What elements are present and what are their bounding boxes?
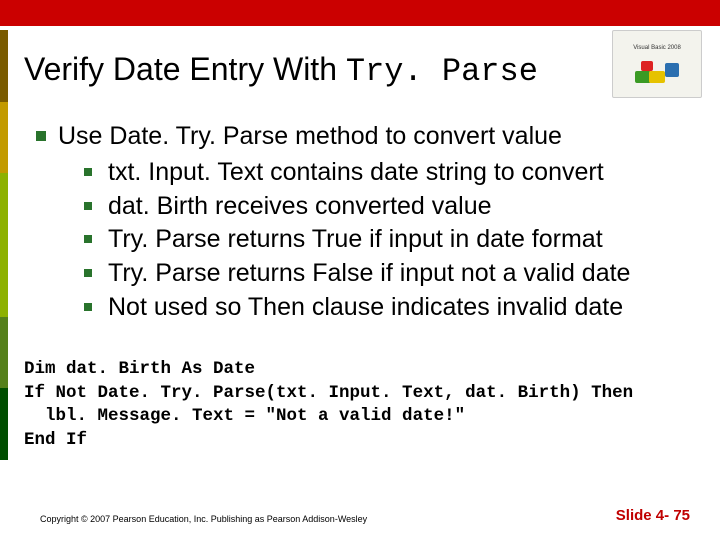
slide: Visual Basic 2008 Verify Date Entry With… [0,0,720,540]
code-line: If Not Date. Try. Parse(txt. Input. Text… [24,383,633,403]
bullet-main: Use Date. Try. Parse method to convert v… [30,120,690,325]
bullet-list: Use Date. Try. Parse method to convert v… [30,120,690,325]
sub-bullet-text: Not used so Then clause indicates invali… [108,293,623,321]
sub-bullet: dat. Birth receives converted value [58,190,690,224]
sub-bullet-text: txt. Input. Text contains date string to… [108,158,604,186]
sub-bullet: txt. Input. Text contains date string to… [58,156,690,190]
sub-bullet-text: Try. Parse returns False if input not a … [108,259,630,287]
top-red-bar [0,0,720,26]
book-cover-thumbnail: Visual Basic 2008 [612,30,702,98]
sub-bullet-list: txt. Input. Text contains date string to… [58,156,690,325]
title-text-mono: Try. Parse [346,53,538,90]
sub-bullet-text: Try. Parse returns True if input in date… [108,225,603,253]
title-text-plain: Verify Date Entry With [24,51,346,87]
bullet-main-text: Use Date. Try. Parse method to convert v… [58,122,562,150]
slide-number: Slide 4- 75 [616,507,690,524]
footer: Copyright © 2007 Pearson Education, Inc.… [40,507,690,524]
sub-bullet: Not used so Then clause indicates invali… [58,291,690,325]
sub-bullet: Try. Parse returns False if input not a … [58,257,690,291]
code-line: lbl. Message. Text = "Not a valid date!" [24,406,465,426]
copyright-text: Copyright © 2007 Pearson Education, Inc.… [40,514,367,524]
sub-bullet: Try. Parse returns True if input in date… [58,223,690,257]
code-block: Dim dat. Birth As Date If Not Date. Try.… [24,358,696,453]
code-line: End If [24,430,87,450]
sub-bullet-text: dat. Birth receives converted value [108,192,492,220]
slide-title: Verify Date Entry With Try. Parse [24,52,538,89]
side-color-strip [0,30,8,460]
blocks-icon [635,51,679,83]
code-line: Dim dat. Birth As Date [24,359,255,379]
